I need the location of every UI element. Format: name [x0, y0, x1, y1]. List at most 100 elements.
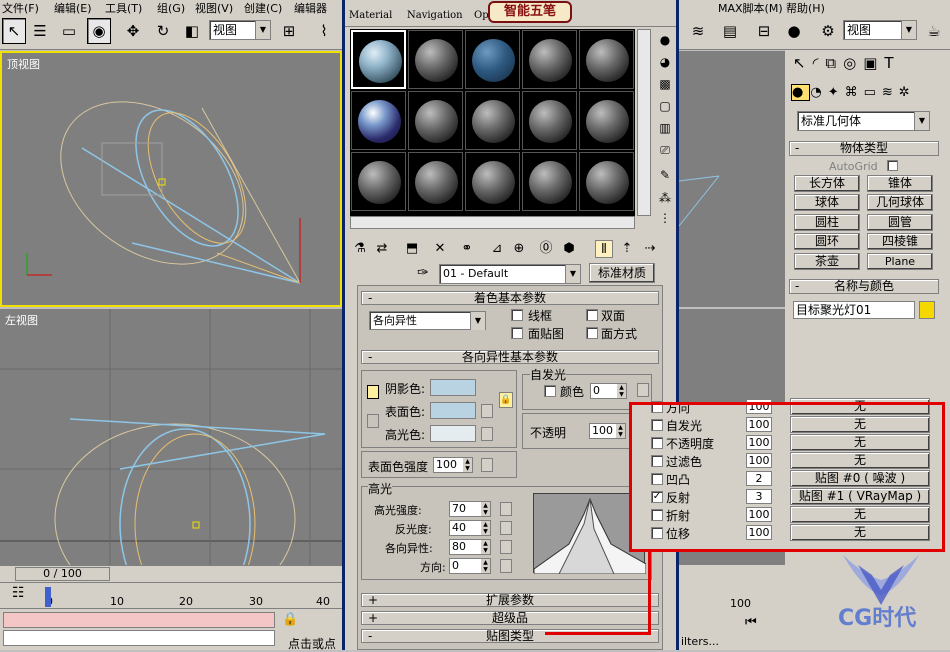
- sample-type-icon[interactable]: ●: [655, 30, 675, 50]
- schematic-icon[interactable]: ⊟: [752, 18, 776, 44]
- material-navigator-icon[interactable]: ⋮: [655, 208, 675, 228]
- sample-slot[interactable]: [522, 30, 577, 89]
- specular-color-swatch[interactable]: [430, 425, 476, 442]
- menu-navigation[interactable]: Navigation: [407, 10, 463, 21]
- modify-tab-icon[interactable]: ◜: [813, 54, 826, 72]
- spacewarps-icon[interactable]: ≋: [882, 85, 899, 100]
- specular-level-spinner[interactable]: 70 ▲ ▼: [449, 501, 491, 517]
- motion-tab-icon[interactable]: ◎: [843, 54, 863, 72]
- material-type-button[interactable]: 标准材质: [589, 263, 655, 283]
- menu-material[interactable]: Material: [349, 10, 392, 21]
- glossiness-map-button[interactable]: [500, 521, 512, 535]
- material-editor-icon[interactable]: ●: [782, 18, 806, 44]
- faceted-checkbox[interactable]: [586, 327, 598, 339]
- opacity-spinner[interactable]: 100 ▲ ▼: [589, 423, 626, 439]
- sample-slot[interactable]: [408, 152, 463, 211]
- object-name-field[interactable]: 目标聚光灯01: [793, 301, 915, 319]
- layers-icon[interactable]: ≋: [686, 18, 710, 44]
- hierarchy-tab-icon[interactable]: ⧉: [825, 54, 843, 72]
- material-name-field[interactable]: 01 - Default ▼: [439, 264, 581, 284]
- time-slider[interactable]: 0 / 100: [0, 565, 342, 582]
- put-to-library-icon[interactable]: ⊕: [510, 240, 528, 258]
- track-view-icon[interactable]: ▤: [718, 18, 742, 44]
- sample-slot[interactable]: [465, 91, 520, 150]
- wire-checkbox[interactable]: [511, 309, 523, 321]
- sample-slot[interactable]: [351, 91, 406, 150]
- shapes-icon[interactable]: ◔: [810, 85, 827, 100]
- orientation-spinner[interactable]: 0 ▲ ▼: [449, 558, 491, 574]
- backlight-icon[interactable]: ◕: [655, 52, 675, 72]
- background-icon[interactable]: ▩: [655, 74, 675, 94]
- specular-level-map-button[interactable]: [500, 502, 512, 516]
- glossiness-spinner[interactable]: 40 ▲ ▼: [449, 520, 491, 536]
- video-check-icon[interactable]: ▥: [655, 118, 675, 138]
- diffuse-level-map-button[interactable]: [481, 458, 493, 472]
- pick-material-icon[interactable]: ✑: [417, 265, 429, 281]
- time-slider-thumb[interactable]: 0 / 100: [15, 567, 110, 581]
- sample-slot[interactable]: [579, 30, 634, 89]
- sample-slot[interactable]: [408, 91, 463, 150]
- maxscript-listener[interactable]: [3, 612, 275, 628]
- teapot-render-icon[interactable]: ☕: [922, 18, 946, 44]
- command-panel-tabs[interactable]: ↖◜⧉◎▣T: [793, 54, 901, 72]
- sample-slot[interactable]: [351, 152, 406, 211]
- sample-slot[interactable]: [465, 152, 520, 211]
- anisotropy-spinner[interactable]: 80 ▲ ▼: [449, 539, 491, 555]
- sample-slot[interactable]: [522, 152, 577, 211]
- key-filters-button[interactable]: ilters...: [681, 635, 719, 648]
- sample-slots-vscroll[interactable]: [637, 29, 651, 216]
- region-select-icon[interactable]: ▭: [57, 18, 81, 44]
- cone-button[interactable]: 锥体: [867, 175, 933, 192]
- tube-button[interactable]: 圆管: [867, 214, 933, 231]
- spinner-arrows-icon[interactable]: ▲ ▼: [617, 384, 626, 398]
- spinner-arrows-icon[interactable]: ▲ ▼: [481, 521, 490, 535]
- teapot-button[interactable]: 茶壶: [794, 253, 860, 270]
- pyramid-button[interactable]: 四棱锥: [867, 233, 933, 250]
- shader-basic-rollout[interactable]: - 着色基本参数: [361, 291, 659, 305]
- lock-map-icon[interactable]: 🔒: [499, 392, 513, 408]
- specular-map-button[interactable]: [481, 427, 493, 441]
- object-color-swatch[interactable]: [919, 301, 935, 319]
- options-icon[interactable]: ✎: [655, 165, 675, 185]
- rotate-icon[interactable]: ↻: [151, 18, 175, 44]
- go-to-parent-icon[interactable]: ⇡: [618, 240, 636, 258]
- menu-options[interactable]: Op: [474, 10, 489, 21]
- uv-tiling-icon[interactable]: ▢: [655, 96, 675, 116]
- self-illum-map-button[interactable]: [637, 383, 649, 397]
- go-to-start-icon[interactable]: ⏮: [745, 615, 757, 630]
- go-forward-sibling-icon[interactable]: ⇢: [641, 240, 659, 258]
- diffuse-map-button[interactable]: [481, 404, 493, 418]
- maxscript-output[interactable]: [3, 630, 275, 646]
- put-to-scene-icon[interactable]: ⇄: [373, 240, 391, 258]
- shader-type-select[interactable]: 各向异性 ▼: [369, 311, 486, 330]
- window-crossing-icon[interactable]: ◉: [87, 18, 111, 44]
- material-effects-channel-icon[interactable]: ⓪: [537, 240, 555, 258]
- show-map-icon[interactable]: ⬢: [560, 240, 578, 258]
- link-icon[interactable]: ⌇: [312, 18, 336, 44]
- autogrid-checkbox[interactable]: [887, 160, 898, 171]
- anisotropy-map-button[interactable]: [500, 540, 512, 554]
- make-preview-icon[interactable]: ⎚: [655, 140, 675, 160]
- helpers-icon[interactable]: ▭: [864, 85, 882, 100]
- lights-icon[interactable]: ✦: [828, 85, 845, 100]
- make-unique-icon[interactable]: ⊿: [488, 240, 506, 258]
- lock-diffuse-specular-icon[interactable]: [367, 414, 379, 428]
- viewport-left[interactable]: 左视图: [0, 309, 342, 565]
- self-illum-color-checkbox[interactable]: [544, 385, 556, 397]
- move-icon[interactable]: ✥: [121, 18, 145, 44]
- spinner-arrows-icon[interactable]: ▲ ▼: [463, 458, 472, 472]
- key-filter-icon[interactable]: ☷: [12, 585, 25, 601]
- viewport-top[interactable]: 顶视图: [0, 51, 342, 307]
- sample-slot[interactable]: [408, 30, 463, 89]
- select-arrow-icon[interactable]: ↖: [2, 18, 26, 44]
- create-tab-icon[interactable]: ↖: [793, 54, 813, 72]
- plane-button[interactable]: Plane: [867, 253, 933, 270]
- ambient-color-swatch[interactable]: [430, 379, 476, 396]
- select-by-material-icon[interactable]: ⁂: [655, 188, 675, 208]
- sample-slots-hscroll[interactable]: [350, 216, 635, 229]
- two-sided-checkbox[interactable]: [586, 309, 598, 321]
- utilities-tab-icon[interactable]: T: [884, 54, 900, 72]
- sample-slot[interactable]: [579, 91, 634, 150]
- reference-coord-select[interactable]: 视图 ▼: [209, 20, 271, 40]
- supersampling-rollout[interactable]: + 超级品: [361, 611, 659, 625]
